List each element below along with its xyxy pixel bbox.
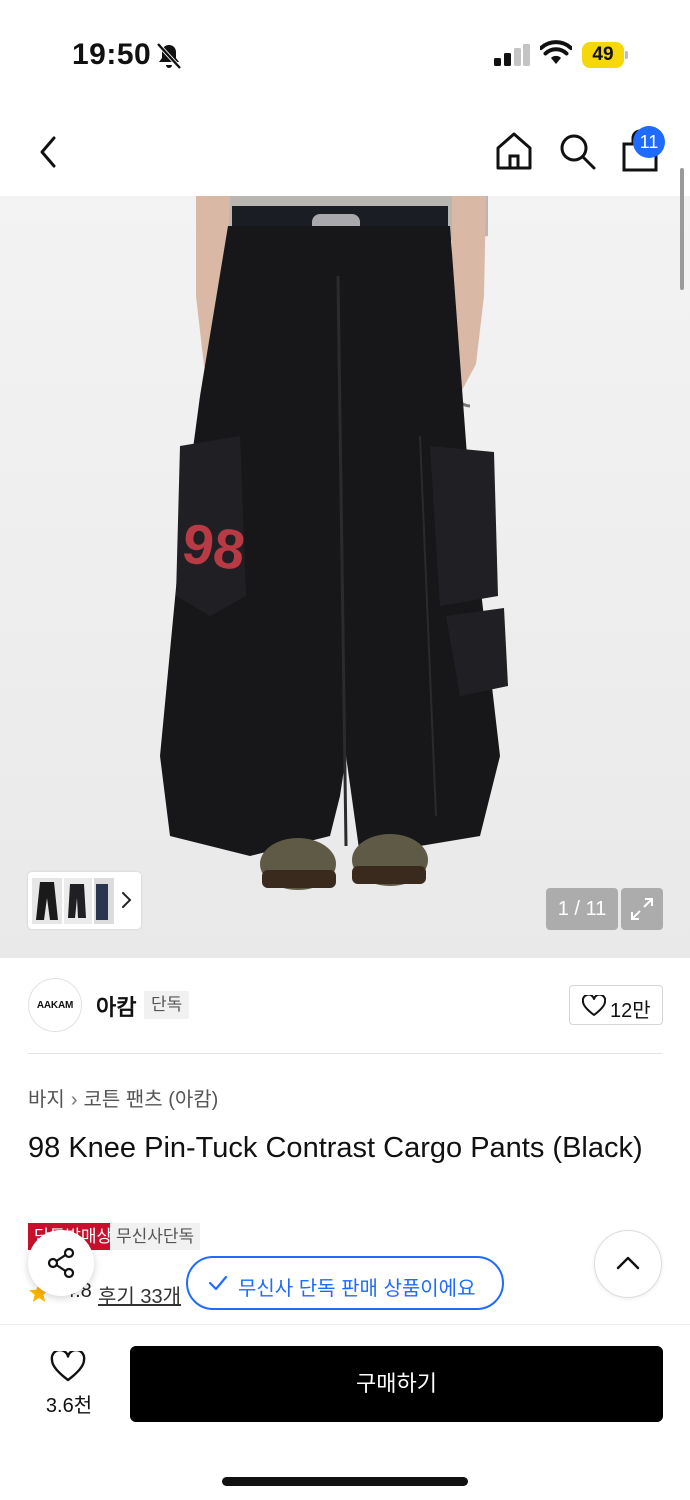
home-indicator[interactable] [222,1477,468,1486]
share-icon [47,1247,75,1279]
wifi-icon [540,40,572,64]
image-counter: 1 / 11 [546,888,618,930]
thumbnail-2[interactable] [64,878,92,924]
breadcrumb-item-subcategory[interactable]: 코튼 팬츠 (아캄) [83,1089,218,1111]
product-image[interactable]: 98 [0,196,690,958]
scroll-indicator[interactable] [680,168,684,290]
home-icon[interactable] [492,128,536,174]
bottom-action-bar: 3.6천 구매하기 [0,1324,690,1500]
wishlist-button[interactable]: 3.6천 [30,1349,108,1421]
heart-icon [50,1351,86,1382]
chevron-right-icon: › [70,1089,78,1111]
battery-icon: 49 [582,42,628,68]
share-button[interactable] [28,1230,94,1296]
top-nav [0,110,690,196]
exclusive-badge: 무신사단독 [110,1223,201,1250]
thumbnail-strip[interactable] [28,872,141,929]
brand-name[interactable]: 아캄 [96,990,136,1022]
expand-icon [631,898,653,920]
brand-logo[interactable]: AAKAM [28,978,82,1032]
breadcrumb: 바지 › 코튼 팬츠 (아캄) [28,1083,218,1112]
cart-count-badge: 11 [633,126,665,158]
status-bar: 19:50 49 [0,0,690,110]
expand-button[interactable] [621,888,663,930]
product-photo: 98 [160,196,508,890]
chevron-up-icon [616,1256,640,1270]
brand-like-count: 12만 [610,1000,651,1022]
brand-like-button[interactable]: 12만 [569,985,663,1025]
brand-row: AAKAM 아캄 단독 12만 [0,958,690,1054]
bell-off-icon [156,42,182,70]
buy-button[interactable]: 구매하기 [130,1346,663,1422]
product-title: 98 Knee Pin-Tuck Contrast Cargo Pants (B… [28,1132,643,1164]
heart-icon [582,995,606,1016]
back-icon[interactable] [30,130,70,174]
scroll-to-top-button[interactable] [594,1230,662,1298]
svg-text:98: 98 [179,511,249,582]
search-icon[interactable] [556,130,598,172]
check-icon [208,1275,228,1291]
breadcrumb-item-category[interactable]: 바지 [28,1089,65,1111]
status-time: 19:50 [72,38,152,71]
wishlist-count: 3.6천 [45,1395,93,1417]
divider [28,1053,662,1054]
exclusive-tag: 단독 [144,991,190,1019]
battery-level: 49 [582,42,624,68]
review-count-link[interactable]: 후기 33개 [98,1280,181,1309]
thumbnail-1[interactable] [32,878,62,924]
signal-icon [494,44,530,66]
toast-message: 무신사 단독 판매 상품이에요 [238,1278,476,1300]
exclusive-toast: 무신사 단독 판매 상품이에요 [186,1256,504,1310]
thumbnail-3[interactable] [94,878,114,924]
chevron-right-icon[interactable] [120,888,134,912]
